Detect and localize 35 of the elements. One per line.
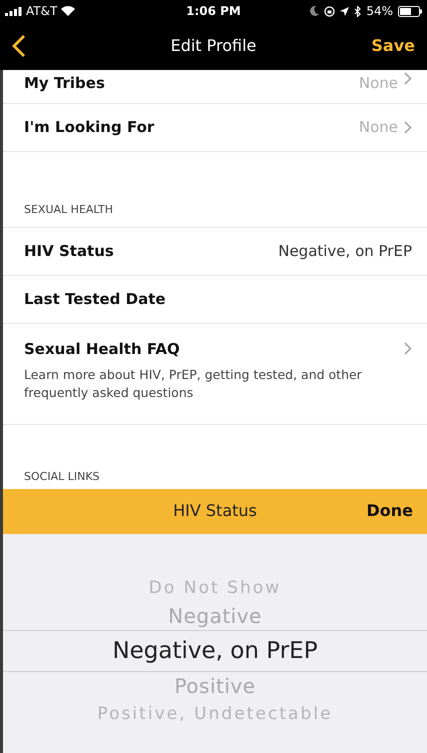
row-label: My Tribes: [24, 73, 106, 94]
battery-percent: 54%: [366, 3, 393, 20]
row-value: None: [358, 73, 398, 94]
picker-option[interactable]: Negative, on PrEP: [3, 630, 427, 672]
picker-wheel[interactable]: Do Not Show Negative Negative, on PrEP Positive Positive, Undetectable: [3, 534, 427, 753]
settings-row[interactable]: HIV Status Negative, on PrEP: [3, 228, 427, 276]
row-label: Sexual Health FAQ: [24, 338, 181, 360]
signal-icon: [5, 6, 22, 16]
settings-row[interactable]: Sexual Health FAQ Learn more about HIV, PrEP, getting tested, and other frequently asked questions: [3, 324, 427, 424]
location-icon: [340, 6, 350, 16]
section-header: SEXUAL HEALTH: [3, 198, 427, 228]
back-chevron-icon: [12, 35, 26, 57]
chevron-icon: [404, 121, 412, 134]
battery-icon: [398, 6, 422, 16]
moon-icon: [310, 6, 320, 16]
screen-title: Edit Profile: [170, 35, 258, 57]
row-label: Last Tested Date: [24, 288, 167, 310]
status-time: 1:06 PM: [185, 3, 242, 20]
row-label: HIV Status: [24, 240, 115, 262]
row-value: None: [358, 117, 398, 138]
carrier-name: AT&T: [26, 3, 58, 20]
chevron-icon: [404, 342, 412, 356]
save-button[interactable]: Save: [355, 34, 415, 58]
picker-title: HIV Status: [172, 500, 258, 522]
row-value: Negative, on PrEP: [278, 240, 412, 262]
row-label: I'm Looking For: [24, 117, 156, 138]
wifi-icon: [61, 6, 76, 16]
done-button[interactable]: Done: [357, 499, 427, 523]
rotation-lock-icon: [324, 6, 336, 16]
settings-row[interactable]: My Tribes None: [3, 70, 427, 104]
bluetooth-icon: [354, 6, 362, 16]
row-description: Learn more about HIV, PrEP, getting tested, and other frequently asked questions: [24, 366, 363, 402]
settings-row[interactable]: Last Tested Date: [3, 276, 427, 324]
chevron-icon: [404, 72, 412, 85]
section-header: SOCIAL LINKS: [23, 468, 101, 484]
